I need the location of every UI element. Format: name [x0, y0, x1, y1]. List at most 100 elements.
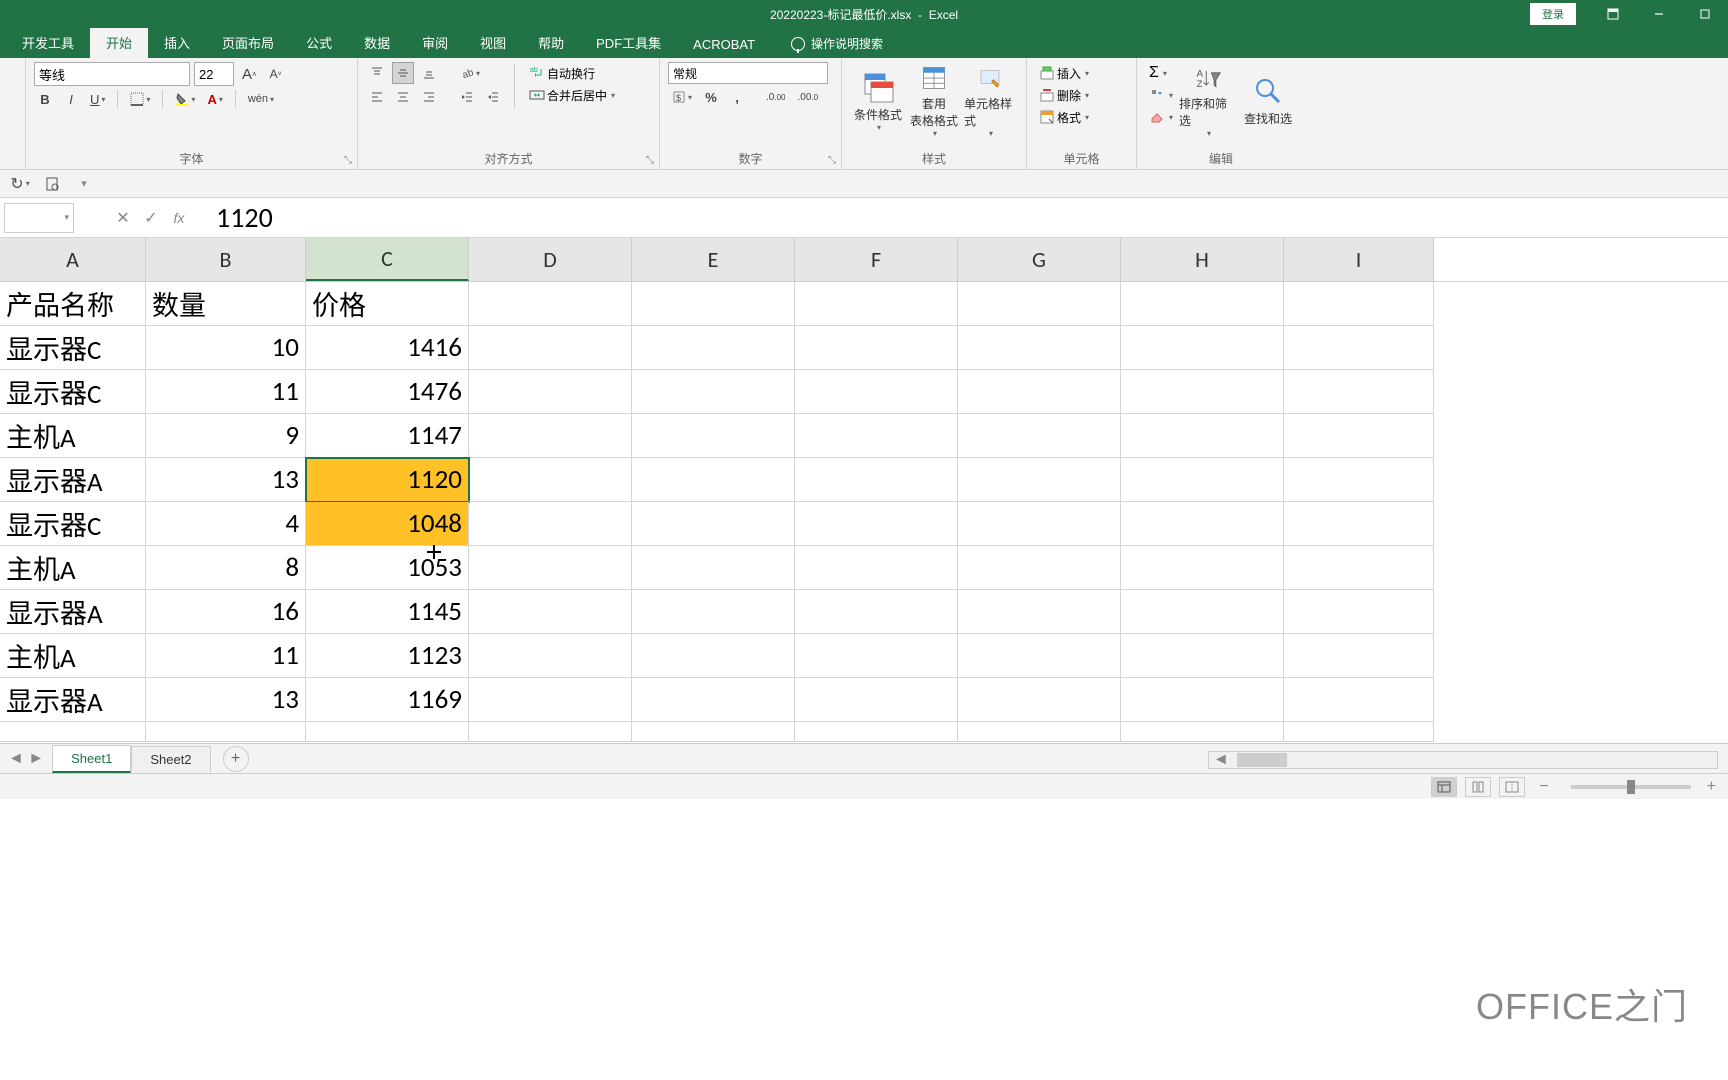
- cell[interactable]: 1120: [306, 458, 469, 502]
- tab-page-layout[interactable]: 页面布局: [206, 27, 290, 58]
- table-row[interactable]: 显示器C41048: [0, 502, 1728, 546]
- cell[interactable]: [1121, 414, 1284, 458]
- col-header-H[interactable]: H: [1121, 238, 1284, 281]
- table-row[interactable]: 显示器C111476: [0, 370, 1728, 414]
- cell[interactable]: [795, 326, 958, 370]
- alignment-group-launcher-icon[interactable]: ⤡: [643, 153, 657, 167]
- delete-cells-button[interactable]: 删除▾: [1035, 84, 1128, 106]
- new-sheet-button[interactable]: +: [223, 746, 249, 772]
- cell[interactable]: [1121, 502, 1284, 546]
- clear-button[interactable]: ▾: [1145, 106, 1177, 128]
- cell[interactable]: 价格: [306, 282, 469, 326]
- cell[interactable]: [632, 634, 795, 678]
- cell[interactable]: [958, 370, 1121, 414]
- table-row[interactable]: 显示器A131120: [0, 458, 1728, 502]
- align-center-icon[interactable]: [392, 86, 414, 108]
- cell[interactable]: [632, 370, 795, 414]
- ribbon-display-options-icon[interactable]: [1590, 0, 1636, 28]
- table-row[interactable]: 显示器A131169: [0, 678, 1728, 722]
- tab-view[interactable]: 视图: [464, 27, 522, 58]
- header-row[interactable]: 产品名称 数量 价格: [0, 282, 1728, 326]
- cell[interactable]: 13: [146, 678, 306, 722]
- cell[interactable]: [1121, 458, 1284, 502]
- decrease-decimal-icon[interactable]: .00.0: [793, 86, 822, 108]
- cell-styles-button[interactable]: 单元格样式▾: [962, 62, 1018, 140]
- cell[interactable]: [958, 282, 1121, 326]
- cell[interactable]: [469, 502, 632, 546]
- increase-decimal-icon[interactable]: .0.00: [762, 86, 789, 108]
- tab-help[interactable]: 帮助: [522, 27, 580, 58]
- cell[interactable]: [1284, 634, 1434, 678]
- tab-pdf-tools[interactable]: PDF工具集: [580, 27, 677, 58]
- cell[interactable]: [795, 370, 958, 414]
- cell[interactable]: [795, 722, 958, 742]
- number-group-launcher-icon[interactable]: ⤡: [825, 153, 839, 167]
- qat-customize-icon[interactable]: ▾: [72, 173, 96, 195]
- orientation-icon[interactable]: ab▾: [456, 62, 484, 84]
- enter-formula-icon[interactable]: ✓: [140, 207, 162, 229]
- cell[interactable]: [632, 326, 795, 370]
- cell[interactable]: [632, 502, 795, 546]
- insert-function-icon[interactable]: fx: [168, 207, 190, 229]
- cell[interactable]: [0, 722, 146, 742]
- accounting-format-icon[interactable]: $▾: [668, 86, 696, 108]
- number-format-select[interactable]: [668, 62, 828, 84]
- format-as-table-button[interactable]: 套用 表格格式▾: [906, 62, 962, 140]
- cell[interactable]: [469, 678, 632, 722]
- sheet-tab-1[interactable]: Sheet1: [52, 745, 131, 773]
- underline-button[interactable]: U▾: [86, 88, 109, 110]
- cell[interactable]: 主机A: [0, 546, 146, 590]
- find-select-button[interactable]: 查找和选: [1239, 62, 1297, 140]
- cell[interactable]: [1284, 678, 1434, 722]
- cell[interactable]: 显示器A: [0, 678, 146, 722]
- fill-color-button[interactable]: ▾: [171, 88, 199, 110]
- cell[interactable]: [469, 282, 632, 326]
- wrap-text-button[interactable]: ab自动换行: [525, 62, 619, 84]
- fill-button[interactable]: ▾: [1145, 84, 1177, 106]
- table-row[interactable]: 主机A111123: [0, 634, 1728, 678]
- phonetic-guide-button[interactable]: wén▾: [244, 88, 278, 110]
- cell[interactable]: 11: [146, 634, 306, 678]
- cell[interactable]: [1121, 370, 1284, 414]
- col-header-C[interactable]: C: [306, 238, 469, 281]
- align-top-icon[interactable]: [366, 62, 388, 84]
- cell[interactable]: [795, 634, 958, 678]
- cell[interactable]: 1169: [306, 678, 469, 722]
- cell[interactable]: 1123: [306, 634, 469, 678]
- cell[interactable]: 1048: [306, 502, 469, 546]
- increase-font-icon[interactable]: A˄: [238, 63, 261, 85]
- percent-format-icon[interactable]: %: [700, 86, 722, 108]
- cell[interactable]: [146, 722, 306, 742]
- tab-review[interactable]: 审阅: [406, 27, 464, 58]
- font-name-select[interactable]: [34, 62, 190, 86]
- cell[interactable]: [958, 326, 1121, 370]
- cell[interactable]: [1121, 326, 1284, 370]
- col-header-B[interactable]: B: [146, 238, 306, 281]
- cell[interactable]: [958, 546, 1121, 590]
- tab-formulas[interactable]: 公式: [290, 27, 348, 58]
- print-preview-icon[interactable]: [40, 173, 64, 195]
- table-row[interactable]: 显示器A161145: [0, 590, 1728, 634]
- page-layout-view-icon[interactable]: [1465, 777, 1491, 797]
- maximize-icon[interactable]: [1682, 0, 1728, 28]
- table-row[interactable]: [0, 722, 1728, 742]
- cell[interactable]: [306, 722, 469, 742]
- grid-body[interactable]: 产品名称 数量 价格 显示器C101416显示器C111476主机A91147显…: [0, 282, 1728, 742]
- font-color-button[interactable]: A▾: [203, 88, 226, 110]
- cell[interactable]: 数量: [146, 282, 306, 326]
- scrollbar-thumb[interactable]: [1237, 753, 1287, 767]
- cell[interactable]: [1284, 590, 1434, 634]
- cell[interactable]: [1121, 678, 1284, 722]
- tab-developer[interactable]: 开发工具: [6, 27, 90, 58]
- cell[interactable]: [1121, 590, 1284, 634]
- tell-me-search[interactable]: 操作说明搜索: [791, 29, 883, 58]
- italic-button[interactable]: I: [60, 88, 82, 110]
- cell[interactable]: [1284, 370, 1434, 414]
- cell[interactable]: [1121, 722, 1284, 742]
- cell[interactable]: [795, 458, 958, 502]
- tab-acrobat[interactable]: ACROBAT: [677, 31, 771, 58]
- cell[interactable]: [469, 590, 632, 634]
- cell[interactable]: [469, 722, 632, 742]
- cell[interactable]: [632, 546, 795, 590]
- cell[interactable]: [632, 678, 795, 722]
